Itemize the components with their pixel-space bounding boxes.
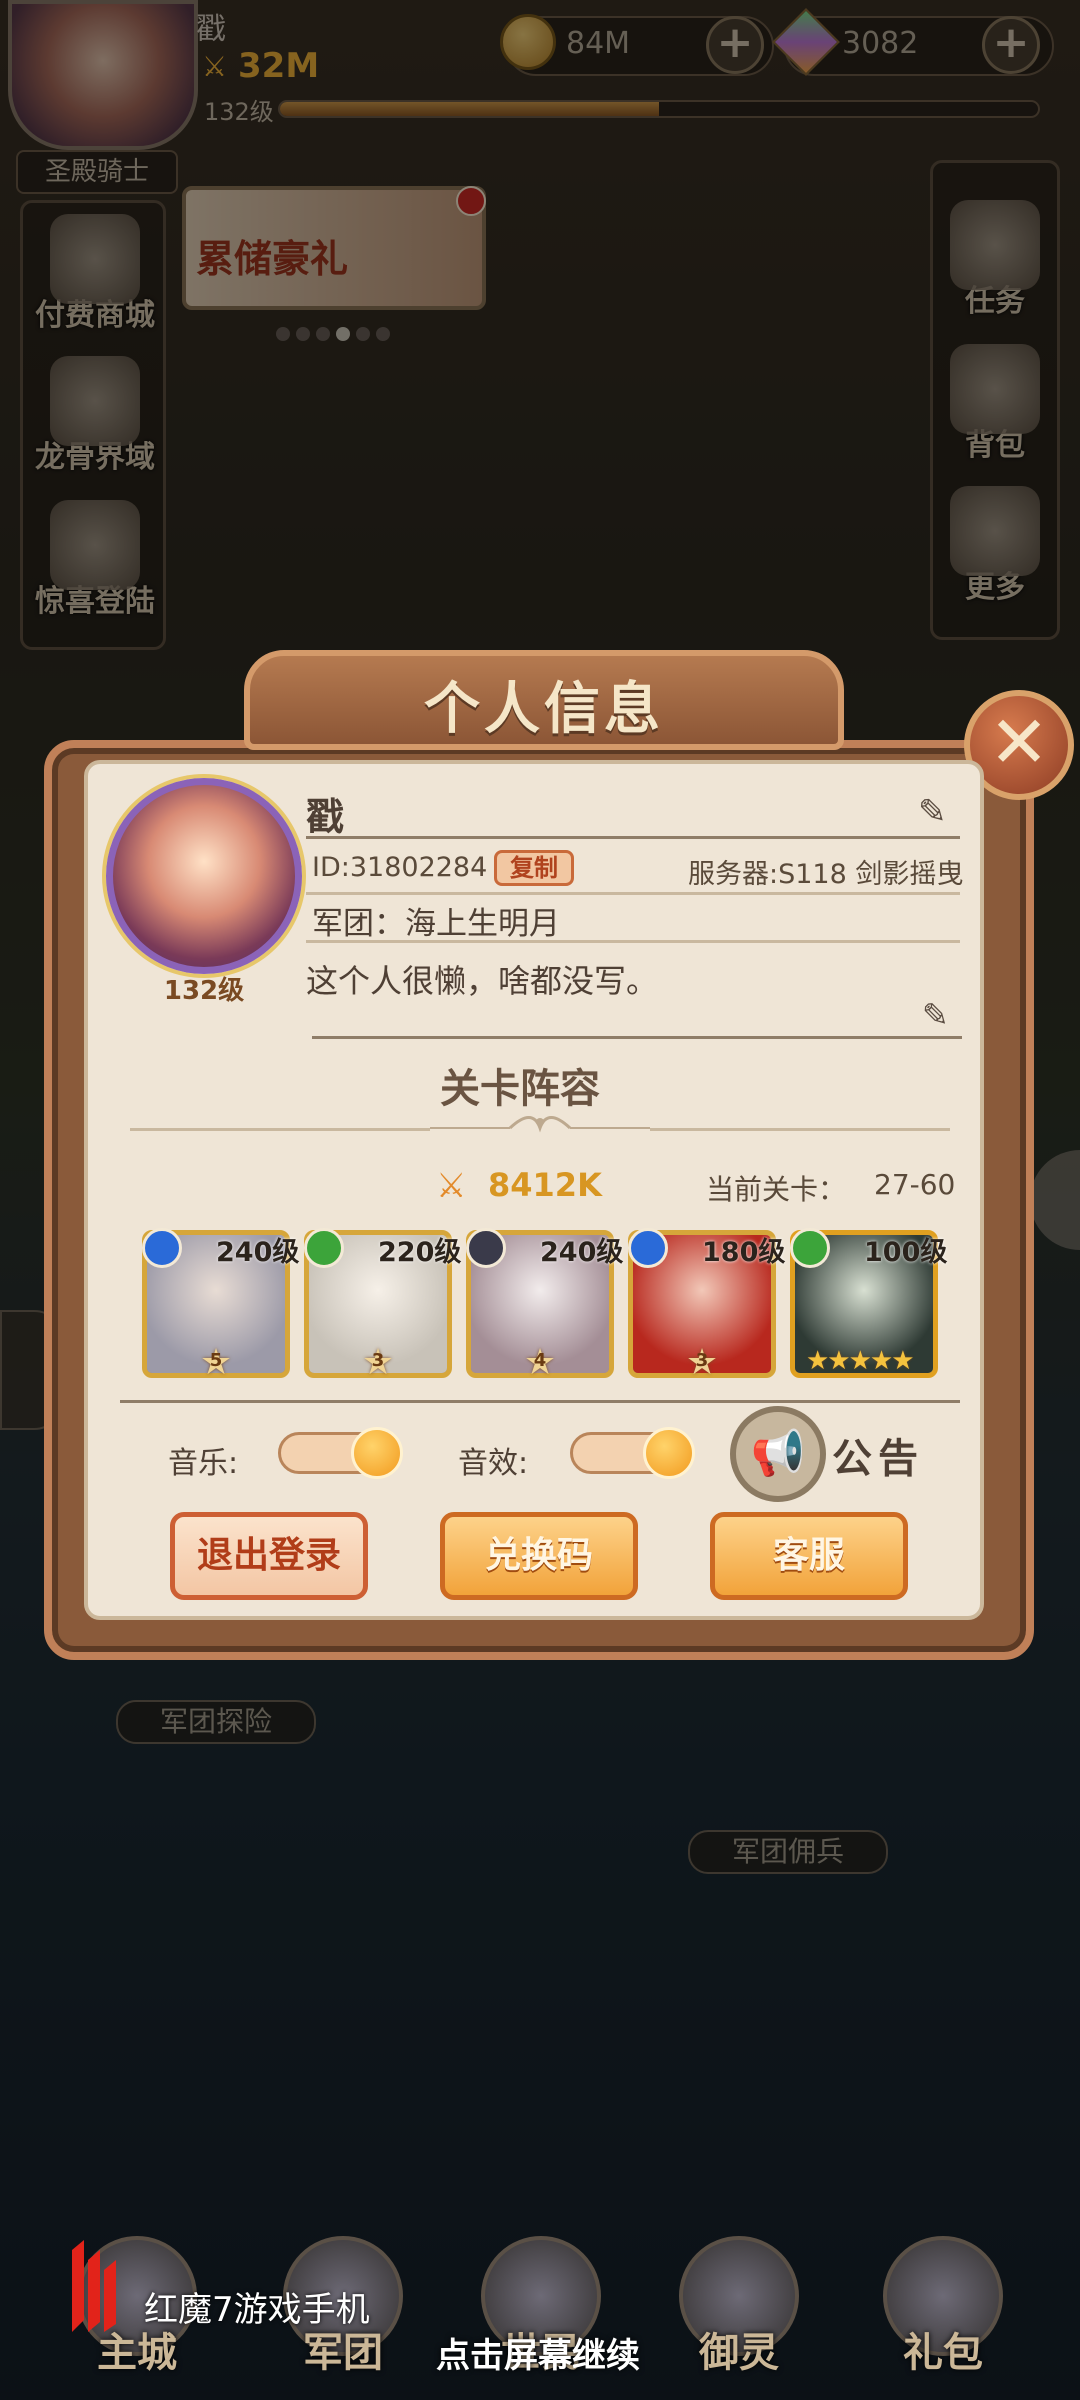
wind-element-icon (304, 1228, 344, 1268)
hero-level: 240级 (216, 1237, 300, 1268)
toggle-knob (643, 1427, 695, 1479)
dialog-title: 个人信息 (424, 677, 664, 742)
music-label: 音乐: (168, 1446, 239, 1481)
tap-to-continue[interactable]: 点击屏幕继续 (436, 2328, 640, 2377)
hero-level: 220级 (378, 1237, 462, 1268)
water-element-icon (628, 1228, 668, 1268)
hero-stars: 4 (533, 1350, 547, 1371)
music-toggle[interactable] (278, 1427, 403, 1479)
signature-text: 这个人很懒，啥都没写。 (306, 962, 659, 1000)
guild-name: 军团：海上生明月 (312, 906, 560, 942)
nav-gift-pack[interactable]: 礼包 (868, 2236, 1018, 2378)
stage-label: 当前关卡： (706, 1173, 847, 1206)
hero-stars: ★★★★★ (806, 1346, 915, 1376)
edit-signature-icon[interactable]: ✎ (922, 996, 949, 1034)
lineup-power: 8412K (488, 1166, 602, 1204)
notice-label[interactable]: 公告 (832, 1426, 924, 1484)
hero-level: 240级 (540, 1237, 624, 1268)
hero-level: 100级 (864, 1237, 948, 1268)
lineup-title: 关卡阵容 (440, 1066, 600, 1112)
sfx-label: 音效: (458, 1446, 529, 1481)
customer-service-button[interactable]: 客服 (710, 1512, 908, 1600)
hero-stars: 5 (209, 1350, 223, 1371)
stage-value: 27-60 (874, 1168, 956, 1201)
redeem-code-button[interactable]: 兑换码 (440, 1512, 638, 1600)
crossed-swords-icon: ⚔ (436, 1166, 467, 1206)
nav-spirits[interactable]: 御灵 (664, 2236, 814, 2378)
profile-level: 132级 (163, 976, 245, 1006)
sfx-toggle[interactable] (570, 1427, 695, 1479)
ornament-divider (430, 1116, 650, 1133)
red-magic-logo-icon (72, 2240, 116, 2332)
dark-element-icon (466, 1228, 506, 1268)
brand-watermark: 红魔7游戏手机 (144, 2290, 370, 2330)
hero-stars: 3 (371, 1350, 385, 1371)
edit-name-icon[interactable]: ✎ (918, 792, 947, 832)
toggle-knob (351, 1427, 403, 1479)
logout-button[interactable]: 退出登录 (170, 1512, 368, 1600)
water-element-icon (142, 1228, 182, 1268)
hero-stars: 3 (695, 1350, 709, 1371)
copy-id-button[interactable]: 复制 (494, 850, 574, 886)
player-id: ID:31802284 (312, 852, 488, 883)
wind-element-icon (790, 1228, 830, 1268)
profile-avatar[interactable] (106, 778, 302, 974)
megaphone-icon[interactable]: 📢 (730, 1406, 826, 1502)
server-info: 服务器:S118 剑影摇曳 (688, 859, 964, 890)
profile-name: 戳 (306, 795, 345, 839)
hero-level: 180级 (702, 1237, 786, 1268)
